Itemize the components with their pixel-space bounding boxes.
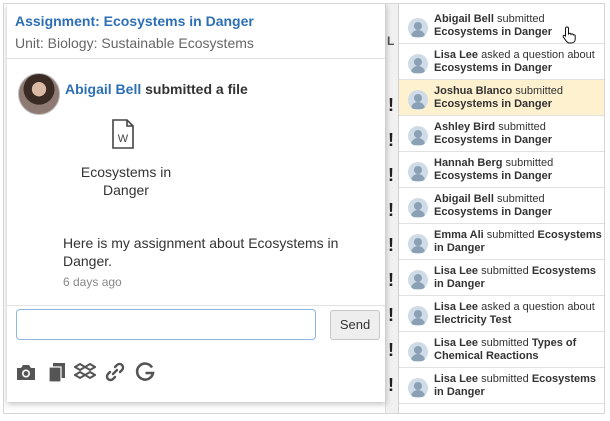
- alert-mark: !: [388, 165, 394, 185]
- alert-mark: !: [388, 95, 394, 115]
- background-column-letter: L: [387, 34, 395, 48]
- list-item-selected[interactable]: Joshua Blanco submitted Ecosystems in Da…: [399, 80, 604, 116]
- svg-text:W: W: [118, 133, 129, 145]
- word-document-icon[interactable]: W: [111, 119, 135, 149]
- default-avatar-icon: [408, 234, 428, 254]
- notification-text: Lisa Lee submitted Ecosystems in Danger: [434, 265, 597, 290]
- list-item[interactable]: Lisa Lee asked a question about Ecosyste…: [399, 44, 604, 80]
- alert-mark: !: [388, 270, 394, 290]
- post-action: submitted a file: [141, 81, 248, 97]
- camera-icon[interactable]: [15, 361, 37, 383]
- alert-mark: !: [388, 340, 394, 360]
- unit-label: Unit: Biology: Sustainable Ecosystems: [15, 35, 254, 51]
- notification-text: Joshua Blanco submitted Ecosystems in Da…: [434, 85, 563, 110]
- notifications-list: Abigail Bell submitted Ecosystems in Dan…: [398, 4, 604, 413]
- default-avatar-icon: [408, 162, 428, 182]
- list-item[interactable]: Ashley Bird submitted Ecosystems in Dang…: [399, 116, 604, 152]
- post-timestamp: 6 days ago: [63, 275, 122, 289]
- notification-text: Abigail Bell submitted Ecosystems in Dan…: [434, 13, 552, 38]
- avatar: [18, 73, 60, 115]
- default-avatar-icon: [408, 126, 428, 146]
- files-icon[interactable]: [46, 361, 68, 383]
- list-item[interactable]: Abigail Bell submitted Ecosystems in Dan…: [399, 188, 604, 224]
- alert-mark: !: [388, 235, 394, 255]
- file-name-link[interactable]: Ecosystems in Danger: [67, 163, 185, 199]
- submission-post: Abigail Bell submitted a file W Ecosyste…: [7, 59, 385, 306]
- app-window: L ! ! ! ! ! ! ! ! ! Assignment: Ecosyste…: [3, 3, 605, 414]
- default-avatar-icon: [408, 18, 428, 38]
- notification-text: Hannah Berg submitted Ecosystems in Dang…: [434, 157, 554, 182]
- list-item[interactable]: Lisa Lee submitted Ecosystems in Danger: [399, 260, 604, 296]
- hand-cursor-icon: [562, 26, 576, 44]
- notification-text: Lisa Lee submitted Types of Chemical Rea…: [434, 337, 577, 362]
- default-avatar-icon: [408, 198, 428, 218]
- notification-text: Abigail Bell submitted Ecosystems in Dan…: [434, 193, 552, 218]
- assignment-title-link[interactable]: Assignment: Ecosystems in Danger: [15, 13, 377, 29]
- alert-mark: !: [388, 375, 394, 395]
- list-item[interactable]: Lisa Lee submitted Types of Chemical Rea…: [399, 332, 604, 368]
- list-item[interactable]: Hannah Berg submitted Ecosystems in Dang…: [399, 152, 604, 188]
- notification-text: Emma Ali submitted Ecosystems in Danger: [434, 229, 602, 254]
- popup-header: Assignment: Ecosystems in Danger Unit: B…: [7, 4, 385, 59]
- default-avatar-icon: [408, 54, 428, 74]
- alert-mark: !: [388, 130, 394, 150]
- default-avatar-icon: [408, 90, 428, 110]
- dropbox-icon[interactable]: [74, 361, 96, 383]
- reply-input[interactable]: [16, 309, 316, 340]
- post-heading: Abigail Bell submitted a file: [65, 81, 248, 97]
- reply-row: Send: [16, 309, 382, 345]
- send-button[interactable]: Send: [330, 310, 380, 340]
- default-avatar-icon: [408, 270, 428, 290]
- notification-text: Lisa Lee asked a question about Ecosyste…: [434, 49, 595, 74]
- submission-popup: Assignment: Ecosystems in Danger Unit: B…: [7, 4, 386, 402]
- list-item[interactable]: Lisa Lee submitted Ecosystems in Danger: [399, 368, 604, 404]
- notification-text: Lisa Lee asked a question about Electric…: [434, 301, 595, 326]
- notification-text: Lisa Lee submitted Ecosystems in Danger: [434, 373, 597, 398]
- default-avatar-icon: [408, 342, 428, 362]
- alert-mark: !: [388, 305, 394, 325]
- notification-text: Ashley Bird submitted Ecosystems in Dang…: [434, 121, 552, 146]
- default-avatar-icon: [408, 306, 428, 326]
- default-avatar-icon: [408, 378, 428, 398]
- google-icon[interactable]: [134, 361, 156, 383]
- author-link[interactable]: Abigail Bell: [65, 81, 141, 97]
- alert-mark: !: [388, 200, 394, 220]
- post-message: Here is my assignment about Ecosystems i…: [63, 235, 339, 269]
- list-item[interactable]: Lisa Lee asked a question about Electric…: [399, 296, 604, 332]
- link-icon[interactable]: [104, 361, 126, 383]
- list-item[interactable]: Emma Ali submitted Ecosystems in Danger: [399, 224, 604, 260]
